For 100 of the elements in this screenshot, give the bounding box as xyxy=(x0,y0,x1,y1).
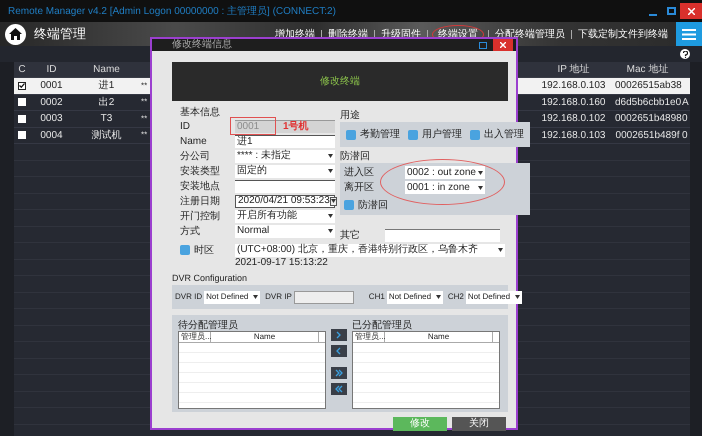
checkbox[interactable] xyxy=(346,130,356,140)
list-heading: 已分配管理员 xyxy=(352,320,413,331)
table-cell-text: 进1 xyxy=(98,78,116,94)
caret-icon xyxy=(498,248,503,252)
field-label: DVR IP xyxy=(265,291,292,303)
list-heading: 待分配管理员 xyxy=(178,320,239,331)
row-checkbox[interactable] xyxy=(18,114,26,123)
input-field[interactable]: 进1 xyxy=(235,134,335,148)
annotation-box xyxy=(230,116,276,134)
field-label: 离开区 xyxy=(344,180,375,195)
input-field[interactable] xyxy=(294,290,354,304)
dropdown[interactable]: Not Defined xyxy=(386,290,443,304)
checkbox[interactable] xyxy=(344,200,354,210)
table-cell-text: 192.168.0.103 xyxy=(540,128,606,143)
column-header: 管理员... xyxy=(179,332,211,342)
move-button[interactable] xyxy=(331,345,347,357)
check-icon xyxy=(19,83,25,88)
table-cell: ** xyxy=(141,96,148,108)
dropdown[interactable]: 0002 : out zone xyxy=(405,166,485,179)
column-header: C xyxy=(17,63,27,77)
checkbox-label: 考勤管理 xyxy=(360,128,400,142)
home-button[interactable] xyxy=(5,24,26,44)
input-field[interactable] xyxy=(385,228,500,242)
column-header: Mac 地址 xyxy=(626,62,670,77)
field-label: 分公司 xyxy=(180,150,211,164)
table-cell-text: 0004 xyxy=(39,128,64,143)
caret-icon xyxy=(328,214,333,218)
table-cell-text: 0002651b4898 xyxy=(615,112,680,126)
table-cell: ** xyxy=(141,80,148,92)
input-field[interactable] xyxy=(235,180,335,192)
section-heading: 用途 xyxy=(340,110,361,122)
field-label: CH2 xyxy=(448,291,464,303)
table-cell-text: 192.168.0.160 xyxy=(540,96,606,110)
dropdown[interactable]: Not Defined xyxy=(204,290,260,304)
table-cell-text: 出2 xyxy=(98,96,116,110)
current-time: 2021-09-17 15:13:22 xyxy=(235,257,329,269)
caret-icon xyxy=(330,199,336,203)
section-heading: DVR Configuration xyxy=(172,272,248,284)
banner-title: 修改终端 xyxy=(320,74,360,89)
field-label: 其它 xyxy=(340,228,361,242)
row-checkbox[interactable] xyxy=(18,131,26,140)
row-checkbox[interactable] xyxy=(18,82,26,90)
dropdown[interactable]: (UTC+08:00) 北京，重庆，香港特别行政区，乌鲁木齐 xyxy=(235,244,505,256)
caret-icon xyxy=(436,295,441,299)
table-cell-text: d6d5b6cbb1e0 xyxy=(615,96,680,110)
dialog-title: 修改终端信息 xyxy=(172,40,232,50)
checkbox[interactable] xyxy=(470,130,480,140)
dropdown[interactable]: Normal xyxy=(235,224,335,238)
table-cell-text: 0002651b489f xyxy=(615,128,680,143)
maximize-button[interactable] xyxy=(476,39,490,51)
help-icon[interactable] xyxy=(680,49,690,59)
field-label: 方式 xyxy=(180,224,201,238)
dropdown[interactable]: 固定的 xyxy=(235,164,335,178)
caret-icon xyxy=(253,295,258,299)
caret-icon xyxy=(328,169,333,173)
field-label: DVR ID xyxy=(175,291,202,303)
window-title: Remote Manager v4.2 [Admin Logon 00000000 : 主管理员] (CONNECT:2) xyxy=(8,4,336,18)
checkbox[interactable] xyxy=(180,245,190,255)
dropdown[interactable]: **** : 未指定 xyxy=(235,150,335,162)
close-button[interactable] xyxy=(493,39,513,51)
table-cell-text: 192.168.0.102 xyxy=(540,112,606,126)
page-title: 终端管理 xyxy=(34,25,86,44)
nav-link[interactable]: 下载定制文件到终端 xyxy=(576,26,670,42)
close-dialog-button[interactable]: 关闭 xyxy=(452,417,506,431)
dropdown-button[interactable] xyxy=(330,196,337,206)
date-field[interactable]: 2020/04/21 09:53:23 xyxy=(235,194,335,208)
menu-icon xyxy=(682,28,696,40)
table-cell: 0 xyxy=(682,113,688,124)
column-header: Name xyxy=(385,332,493,342)
dropdown[interactable]: 0001 : in zone xyxy=(405,181,485,194)
field-label: CH1 xyxy=(368,291,385,303)
move-button[interactable] xyxy=(331,367,347,379)
dropdown[interactable]: 开启所有功能 xyxy=(235,210,335,222)
table-cell-text: 192.168.0.103 xyxy=(540,79,606,94)
caret-icon xyxy=(478,186,483,190)
close-button[interactable] xyxy=(680,3,702,19)
field-label: 安装类型 xyxy=(180,164,221,178)
field-label: 安装地点 xyxy=(180,180,221,194)
field-label: 注册日期 xyxy=(180,194,221,208)
table-cell: ** xyxy=(141,112,148,125)
table-cell-text: 0002 xyxy=(39,96,64,110)
checkbox-label: 用户管理 xyxy=(422,128,462,142)
arrow-icon xyxy=(335,385,343,393)
caret-icon xyxy=(328,154,333,158)
column-header: ID xyxy=(46,63,58,77)
caret-icon xyxy=(328,229,333,233)
column-header: Name xyxy=(92,63,121,77)
table-cell-text: 00026515ab38 xyxy=(615,79,680,94)
row-checkbox[interactable] xyxy=(18,98,26,106)
table-cell-text: 0001 xyxy=(39,79,64,94)
checkbox-label: 防潜回 xyxy=(358,198,388,212)
column-header: 管理员... xyxy=(353,332,385,342)
move-button[interactable] xyxy=(331,383,347,395)
move-button[interactable] xyxy=(331,329,347,341)
field-label: 进入区 xyxy=(344,166,375,180)
column-header: Name xyxy=(211,332,319,342)
table-cell: ** xyxy=(141,129,148,142)
checkbox[interactable] xyxy=(408,130,418,140)
dropdown[interactable]: Not Defined xyxy=(466,290,522,304)
table-cell: A xyxy=(682,96,689,108)
